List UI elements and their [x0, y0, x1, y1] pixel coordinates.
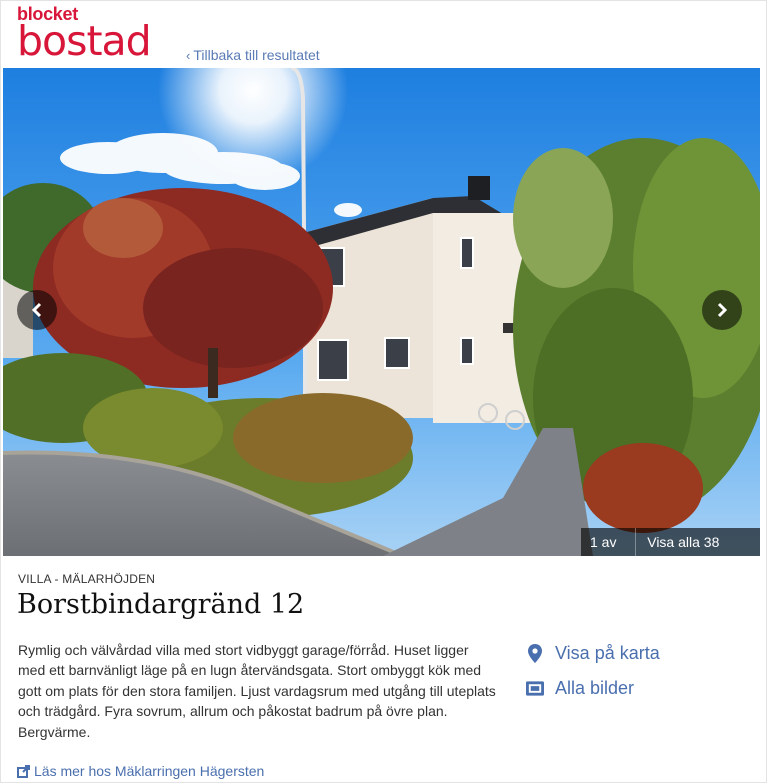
chevron-left-icon — [31, 302, 42, 318]
listing-photo — [3, 68, 760, 556]
listing-description: Rymlig och välvårdad villa med stort vid… — [18, 642, 496, 740]
show-on-map-label: Visa på karta — [555, 643, 660, 663]
chevron-right-icon — [717, 302, 728, 318]
chevron-left-small-icon: ‹ — [186, 48, 191, 63]
back-link-label: Tillbaka till resultatet — [193, 47, 320, 63]
map-pin-icon — [526, 644, 544, 664]
broker-external-link[interactable]: Läs mer hos Mäklarringen Hägersten — [17, 763, 264, 779]
image-gallery[interactable]: 1 av 5 Visa alla 38 bilder — [3, 68, 760, 556]
gallery-next-button[interactable] — [702, 290, 742, 330]
external-link-icon — [17, 764, 30, 778]
logo-big-text: bostad — [17, 17, 152, 65]
show-on-map-link[interactable]: Visa på karta — [526, 643, 660, 664]
image-gallery-icon — [526, 679, 544, 699]
blocket-bostad-logo[interactable]: blocket bostad — [17, 4, 152, 65]
image-counter: 1 av 5 — [581, 528, 637, 556]
listing-category: VILLA - MÄLARHÖJDEN — [18, 572, 156, 586]
gallery-counter-bar: 1 av 5 Visa alla 38 bilder — [581, 528, 760, 556]
gallery-prev-button[interactable] — [17, 290, 57, 330]
broker-link-label: Läs mer hos Mäklarringen Hägersten — [34, 763, 265, 779]
listing-title: Borstbindargränd 12 — [17, 589, 305, 620]
back-to-results-link[interactable]: ‹ Tillbaka till resultatet — [186, 47, 320, 63]
show-all-images-button[interactable]: Visa alla 38 bilder — [636, 528, 760, 556]
all-images-link[interactable]: Alla bilder — [526, 678, 634, 699]
all-images-label: Alla bilder — [555, 678, 635, 698]
